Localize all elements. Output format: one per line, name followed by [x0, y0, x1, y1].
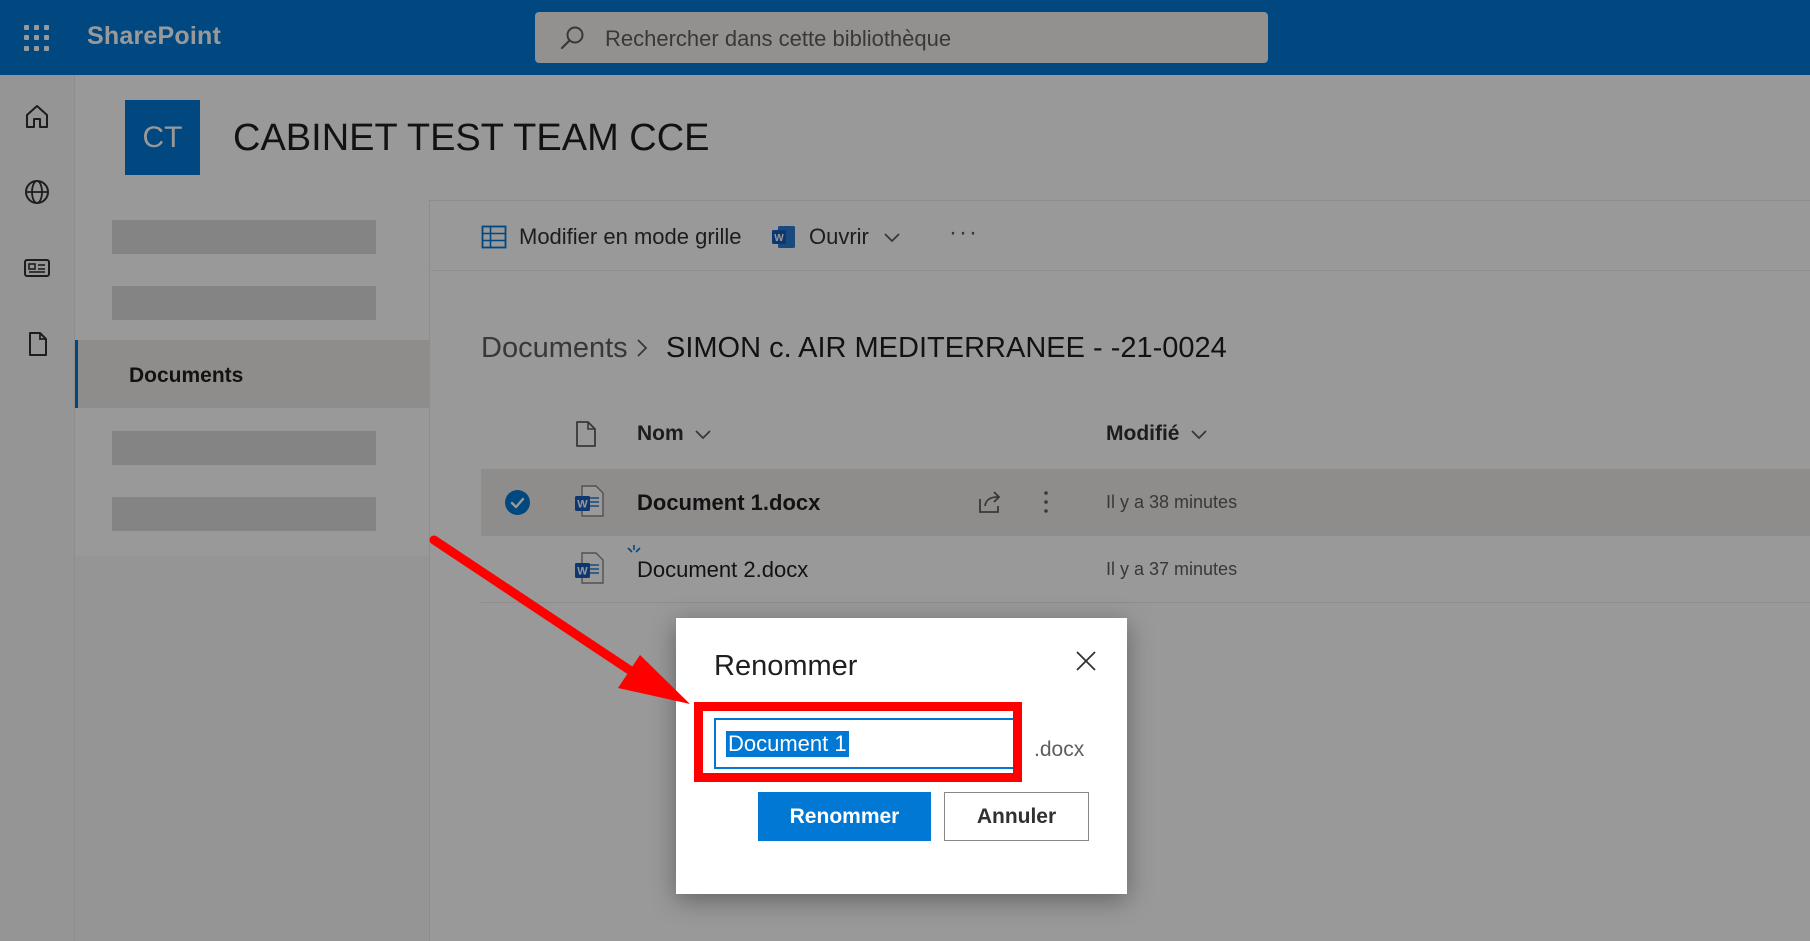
- red-arrow-icon: [429, 535, 690, 704]
